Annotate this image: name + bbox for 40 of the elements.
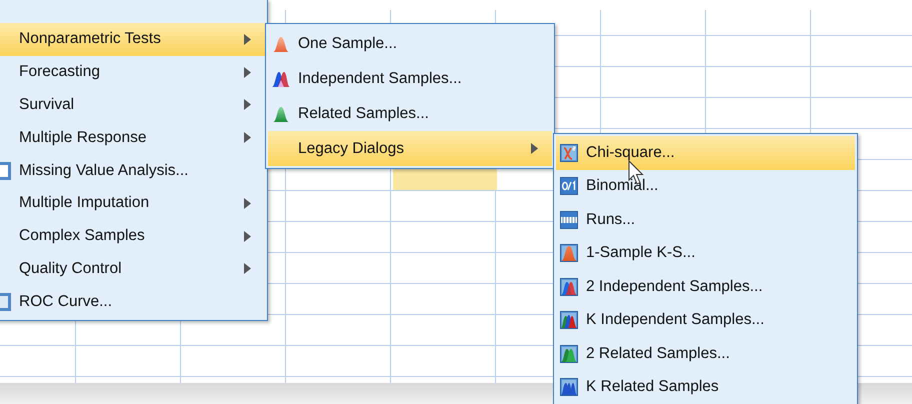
menu-item[interactable]: 2 Related Samples... xyxy=(556,337,855,370)
menu-item[interactable]: ROC Curve... xyxy=(0,285,265,318)
binomial-icon xyxy=(560,177,578,196)
menu-item[interactable]: Binomial... xyxy=(556,170,855,203)
bell-curve-icon xyxy=(272,34,290,52)
menu-item[interactable]: Quality Control xyxy=(0,252,265,286)
menu-item[interactable]: K Related Samples xyxy=(556,370,855,404)
menu-item[interactable]: Runs... xyxy=(556,203,855,236)
submenu-arrow-icon xyxy=(244,66,251,78)
bell-curve-icon xyxy=(560,244,578,262)
runs-icon xyxy=(560,210,578,229)
menu-item[interactable]: Survival xyxy=(0,88,265,122)
submenu-arrow-icon xyxy=(244,132,251,144)
menu-item[interactable]: Related Samples... xyxy=(268,96,552,131)
menu-item[interactable]: Nonparametric Tests xyxy=(0,23,265,56)
three-curves-icon xyxy=(560,311,578,330)
submenu-arrow-icon xyxy=(531,143,538,154)
two-curves-icon xyxy=(272,70,290,88)
menu-item[interactable]: One Sample... xyxy=(268,26,552,61)
submenu-arrow-icon xyxy=(244,263,251,274)
submenu-arrow-icon xyxy=(244,34,251,45)
menu-item[interactable]: Independent Samples... xyxy=(268,61,552,96)
menu-item[interactable]: Multiple Imputation xyxy=(0,186,265,220)
chi-square-icon xyxy=(560,144,578,162)
menu-item[interactable]: K Independent Samples... xyxy=(556,304,855,337)
submenu-arrow-icon xyxy=(244,99,251,110)
menu-item[interactable]: Complex Samples xyxy=(0,220,265,253)
menu-item[interactable]: Multiple Response xyxy=(0,121,265,154)
menu-item[interactable]: Chi-square... xyxy=(556,136,855,170)
three-curves-icon xyxy=(560,378,578,396)
menu-item[interactable]: 1-Sample K-S... xyxy=(556,236,855,270)
bell-curve-icon xyxy=(272,104,290,122)
submenu-arrow-icon xyxy=(244,198,251,209)
menu-item[interactable]: Forecasting xyxy=(0,56,265,89)
menu-item[interactable]: 2 Independent Samples... xyxy=(556,270,855,304)
submenu-arrow-icon xyxy=(244,230,251,242)
two-curves-icon xyxy=(560,344,578,363)
menu-item[interactable]: Missing Value Analysis... xyxy=(0,154,265,187)
two-curves-icon xyxy=(560,278,578,296)
menu-item[interactable]: Legacy Dialogs xyxy=(268,131,552,166)
